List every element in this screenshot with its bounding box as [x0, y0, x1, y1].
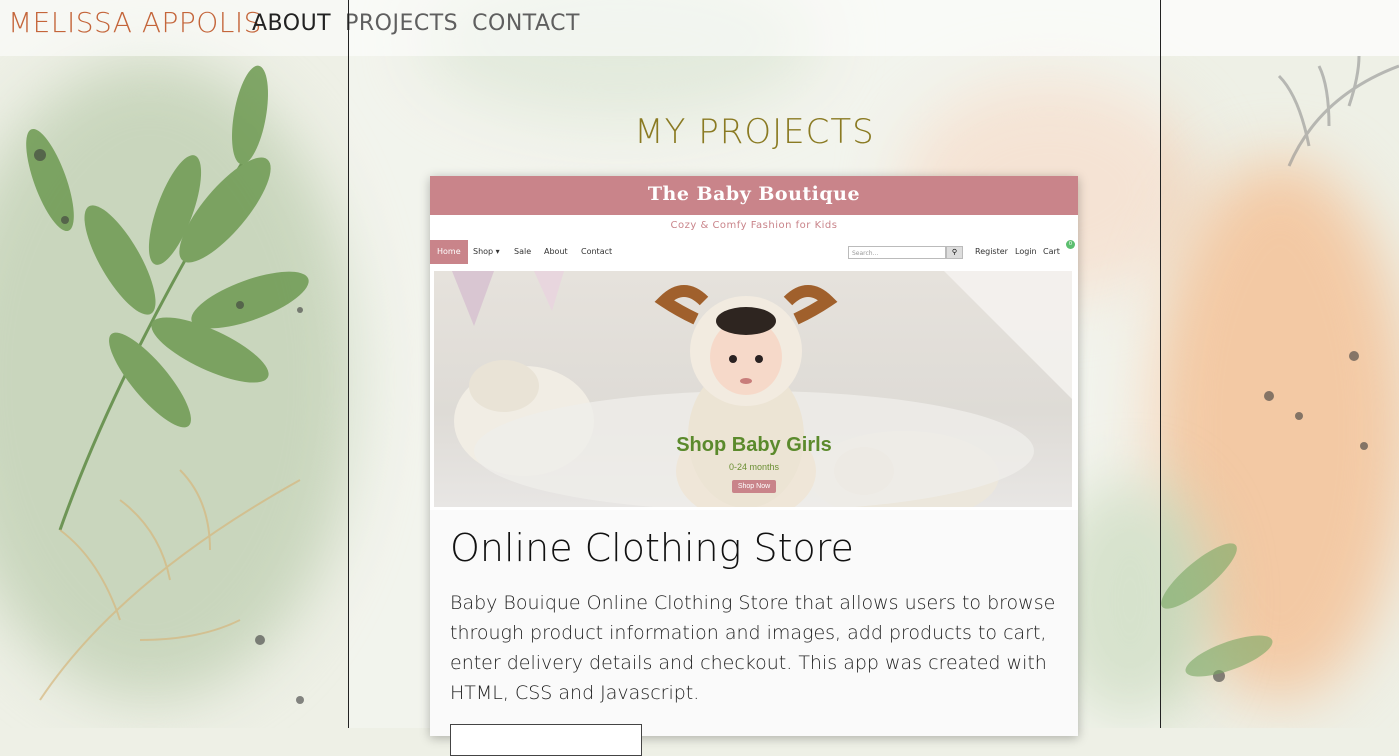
- boutique-title: The Baby Boutique: [647, 183, 861, 205]
- boutique-login: Login: [1015, 247, 1037, 256]
- hero-shop-now-button: Shop Now: [731, 480, 777, 493]
- site-brand[interactable]: MELISSA APPOLIS: [8, 6, 262, 39]
- nav-about[interactable]: ABOUT: [252, 11, 331, 36]
- hero-heading: Shop Baby Girls: [676, 434, 832, 456]
- boutique-nav-shop: Shop ▾: [473, 247, 500, 256]
- project-description: Baby Bouique Online Clothing Store that …: [450, 592, 1056, 704]
- boutique-nav-contact: Contact: [581, 247, 613, 256]
- boutique-search-field: Search...: [848, 246, 946, 259]
- boutique-nav-about: About: [544, 247, 568, 256]
- boutique-cart: Cart: [1043, 247, 1060, 256]
- fern-leaves-left: [26, 65, 309, 704]
- hero-overlay: Shop Baby Girls 0-24 months Shop Now: [430, 434, 1078, 493]
- project-screenshot[interactable]: The Baby Boutique Cozy & Comfy Fashion f…: [430, 176, 1078, 510]
- project-title: Online Clothing Store: [450, 526, 854, 570]
- boutique-search-icon: ⚲: [946, 246, 963, 259]
- project-card: The Baby Boutique Cozy & Comfy Fashion f…: [430, 176, 1078, 756]
- boutique-cart-badge: 0: [1066, 240, 1075, 249]
- project-link-button[interactable]: [450, 724, 642, 756]
- boutique-tagline: Cozy & Comfy Fashion for Kids: [670, 220, 838, 231]
- hero-subheading: 0-24 months: [728, 462, 780, 472]
- boutique-nav: Home Shop ▾ Sale About Contact Search...…: [430, 240, 1078, 264]
- fern-leaves-right: [1161, 56, 1399, 682]
- boutique-register: Register: [975, 247, 1008, 256]
- topbar-right-panel: [1159, 0, 1399, 56]
- boutique-nav-sale: Sale: [514, 247, 532, 256]
- section-title: MY PROJECTS: [634, 112, 875, 152]
- boutique-nav-home: Home: [430, 240, 468, 264]
